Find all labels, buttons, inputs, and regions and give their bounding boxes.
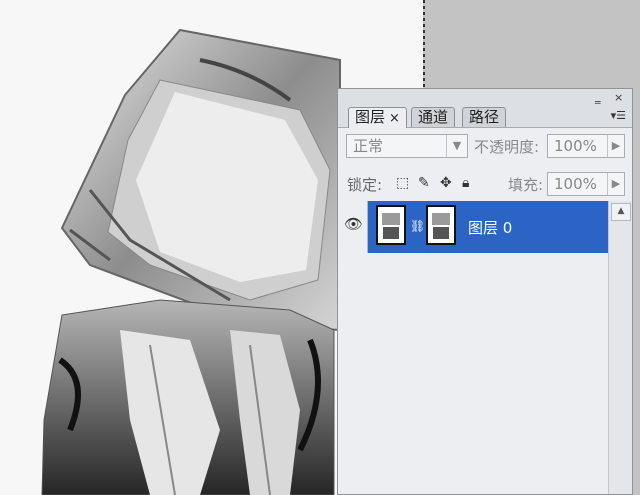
brush-icon[interactable]: ✎: [418, 175, 430, 191]
tab-layers-label: 图层: [355, 108, 386, 126]
chevron-down-icon: ▼: [446, 135, 467, 157]
chevron-right-icon: ▶: [607, 173, 624, 195]
lock-label: 锁定:: [347, 176, 383, 194]
panel-minimize-button[interactable]: ‗: [595, 92, 601, 103]
fill-value: 100%: [554, 175, 597, 193]
layers-panel: ‗ × 图层 × 通道 路径 ▾☰ 正常 ▼ 不透明度: 100% ▶ 锁定: ⬚…: [337, 88, 633, 495]
layers-scrollbar[interactable]: ▲: [608, 201, 632, 494]
scroll-up-arrow-icon[interactable]: ▲: [611, 203, 631, 221]
tab-close-icon[interactable]: ×: [389, 111, 400, 126]
panel-menu-icon[interactable]: ▾☰: [611, 109, 626, 122]
mask-link-icon[interactable]: ⛓: [410, 219, 425, 233]
eye-icon: 👁︎: [344, 215, 364, 233]
lock-options: ⬚ ✎ ✥ 🔒︎: [396, 175, 486, 193]
tab-layers[interactable]: 图层 ×: [348, 107, 407, 128]
opacity-label: 不透明度:: [474, 138, 540, 156]
layer-thumbnail: [376, 205, 406, 245]
fill-label: 填充:: [508, 176, 544, 194]
layer-row[interactable]: ⛓ 图层 0: [338, 201, 608, 253]
fill-field[interactable]: 100% ▶: [547, 172, 625, 196]
lock-transparent-icon[interactable]: ⬚: [396, 175, 409, 191]
blend-mode-value: 正常: [353, 137, 384, 155]
opacity-field[interactable]: 100% ▶: [547, 134, 625, 158]
opacity-value: 100%: [554, 137, 597, 155]
layer-visibility-toggle[interactable]: 👁︎: [338, 201, 368, 253]
tab-paths-label: 路径: [469, 108, 500, 126]
layer-name[interactable]: 图层 0: [468, 217, 512, 238]
move-icon[interactable]: ✥: [440, 175, 452, 191]
panel-tab-bar: ‗ × 图层 × 通道 路径 ▾☰: [338, 89, 632, 128]
blend-mode-select[interactable]: 正常 ▼: [346, 134, 468, 158]
lock-icon[interactable]: 🔒︎: [462, 175, 469, 191]
layer-mask-thumbnail[interactable]: [426, 205, 456, 245]
tab-channels[interactable]: 通道: [411, 107, 456, 127]
panel-close-button[interactable]: ×: [614, 92, 623, 103]
tab-channels-label: 通道: [418, 108, 449, 126]
tab-paths[interactable]: 路径: [462, 107, 507, 127]
chevron-right-icon: ▶: [607, 135, 624, 157]
